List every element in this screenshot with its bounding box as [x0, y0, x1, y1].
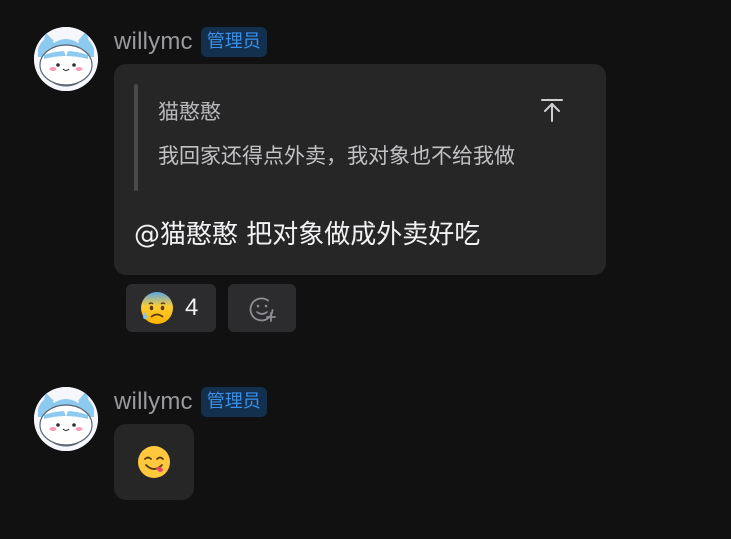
reply-quote[interactable]: 猫憨憨 我回家还得点外卖，我对象也不给我做: [134, 84, 586, 191]
message-bubble[interactable]: [114, 424, 194, 500]
cat-avatar-icon: [34, 27, 98, 91]
avatar[interactable]: [34, 27, 98, 91]
username[interactable]: willymc: [114, 28, 193, 56]
add-reaction-button[interactable]: [228, 284, 296, 332]
avatar[interactable]: [34, 387, 98, 451]
role-badge: 管理员: [200, 387, 267, 417]
reaction-chip[interactable]: 4: [126, 284, 216, 332]
anxious-sweat-face-icon: [141, 292, 173, 324]
quote-bar: [134, 84, 138, 191]
message-bubble[interactable]: 猫憨憨 我回家还得点外卖，我对象也不给我做 @猫憨憨 把对象做成外卖好吃: [114, 64, 606, 275]
quote-author: 猫憨憨: [158, 100, 221, 124]
message-meta: willymc 管理员: [114, 26, 267, 58]
reaction-count: 4: [185, 294, 199, 321]
face-savoring-food-icon: [138, 446, 170, 478]
quote-text: 我回家还得点外卖，我对象也不给我做: [158, 144, 515, 168]
jump-to-original-icon[interactable]: [538, 96, 566, 124]
cat-avatar-icon: [34, 387, 98, 451]
role-badge: 管理员: [200, 27, 267, 57]
message-text: @猫憨憨 把对象做成外卖好吃: [134, 220, 481, 250]
add-reaction-icon: [249, 297, 276, 322]
chat-view: willymc 管理员 猫憨憨 我回家还得点外卖，我对象也不给我做 @猫憨憨 把…: [0, 0, 731, 539]
username[interactable]: willymc: [114, 388, 193, 416]
message-meta: willymc 管理员: [114, 386, 267, 418]
